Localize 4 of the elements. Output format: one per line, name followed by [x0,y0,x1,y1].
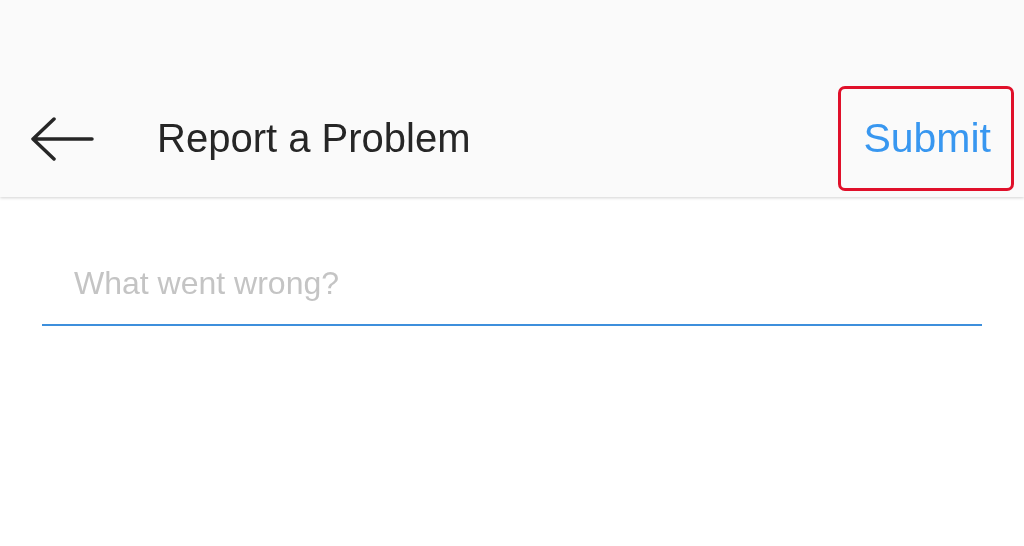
back-arrow-icon[interactable] [30,116,94,161]
submit-button[interactable]: Submit [838,86,1014,191]
page-title: Report a Problem [157,116,472,161]
problem-input-field[interactable]: What went wrong? [42,259,982,326]
